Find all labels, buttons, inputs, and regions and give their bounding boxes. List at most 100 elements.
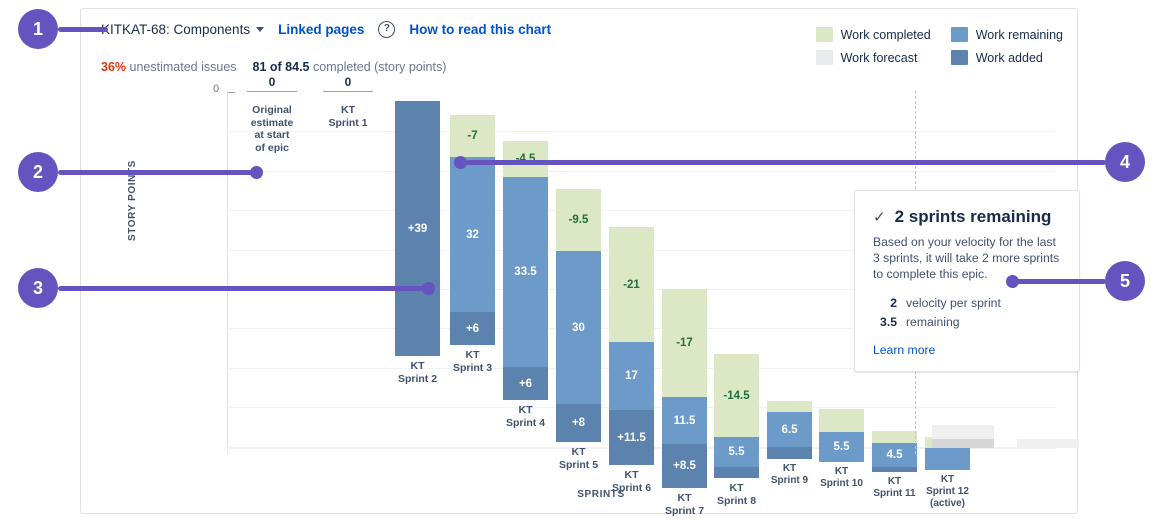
bar-segment-remaining[interactable]: 17 (609, 342, 654, 410)
bar-segment-added[interactable]: +8.5 (662, 444, 707, 488)
annotation-marker-3: 3 (18, 268, 58, 308)
legend-label: Work forecast (841, 51, 918, 65)
panel-body-text: Based on your velocity for the last 3 sp… (873, 234, 1061, 282)
learn-more-link[interactable]: Learn more (873, 343, 1061, 357)
bar-segment-completed[interactable]: -14.5 (714, 354, 759, 437)
column-tick-header: 0 (317, 75, 379, 92)
legend-item-work-forecast: Work forecast (816, 50, 931, 65)
annotation-marker-4: 4 (1105, 142, 1145, 182)
annotation-leader-line (466, 160, 1106, 165)
annotation-leader-line (58, 286, 430, 291)
bar-segment-completed[interactable] (819, 409, 864, 432)
chart-column[interactable]: -4.533.5+6KTSprint 4 (503, 91, 548, 454)
bar-segment-added[interactable] (714, 467, 759, 478)
how-to-read-chart-link[interactable]: How to read this chart (409, 22, 551, 37)
column-caption: KTSprint 5 (546, 446, 611, 471)
bar-segment-remaining[interactable]: 6.5 (767, 412, 812, 447)
legend-label: Work added (976, 51, 1043, 65)
bar-segment-completed[interactable]: -7 (450, 115, 495, 157)
chart-column[interactable]: -732+6KTSprint 3 (450, 91, 495, 454)
bar-segment-remaining[interactable]: 4.5 (872, 443, 917, 467)
y-axis-line (227, 91, 228, 454)
bar-segment-completed[interactable] (872, 431, 917, 443)
legend-swatch-completed (816, 27, 833, 42)
column-tick-header: 0 (241, 75, 303, 92)
bar-segment-completed[interactable]: -9.5 (556, 189, 601, 251)
bar-segment-added[interactable] (767, 447, 812, 459)
bar-segment-added[interactable]: +8 (556, 404, 601, 442)
stat-velocity: 2 velocity per sprint (873, 294, 1061, 313)
chart-column[interactable]: -9.530+8KTSprint 5 (556, 91, 601, 454)
annotation-leader-line (58, 27, 108, 32)
legend-item-work-added: Work added (951, 50, 1063, 65)
panel-stats: 2 velocity per sprint 3.5 remaining (873, 294, 1061, 332)
column-caption: Originalestimateat startof epic (241, 104, 303, 154)
annotation-marker-1: 1 (18, 9, 58, 49)
chart-column[interactable]: 0KTSprint 1 (317, 91, 379, 454)
annotation-endpoint-dot (250, 166, 263, 179)
bar-segment-remaining[interactable] (925, 448, 970, 470)
panel-title: 2 sprints remaining (895, 207, 1052, 227)
linked-pages-link[interactable]: Linked pages (278, 22, 364, 37)
bar-segment-remaining[interactable]: 5.5 (819, 432, 864, 462)
annotation-leader-line (58, 170, 258, 175)
legend-item-work-remaining: Work remaining (951, 27, 1063, 42)
stat-value: 2 (873, 294, 897, 313)
chart-column[interactable]: -14.55.5KTSprint 8 (714, 91, 759, 454)
epic-selector[interactable]: KITKAT-68: Components (101, 22, 264, 37)
bar-segment-remaining[interactable]: 5.5 (714, 437, 759, 467)
chevron-down-icon (256, 27, 264, 32)
bar-segment-added[interactable]: +11.5 (609, 410, 654, 465)
bar-segment-remaining[interactable]: 11.5 (662, 397, 707, 444)
legend-swatch-added (951, 50, 968, 65)
bar-segment-added[interactable]: +39 (395, 101, 440, 356)
bar-segment-completed[interactable]: -21 (609, 227, 654, 342)
annotation-leader-line (1012, 279, 1106, 284)
annotation-endpoint-dot (454, 156, 467, 169)
y-axis-tick-0: 0 (213, 83, 219, 95)
bar-segment-completed[interactable] (767, 401, 812, 412)
annotation-marker-5: 5 (1105, 261, 1145, 301)
forecast-segment-light (1017, 439, 1079, 448)
forecast-segment-light (932, 425, 994, 439)
unestimated-percent: 36% (101, 60, 126, 74)
stat-value: 3.5 (873, 313, 897, 332)
screenshot-root: KITKAT-68: Components Linked pages ? How… (0, 0, 1163, 523)
completed-stat: 81 of 84.5 completed (story points) (253, 60, 447, 74)
bar-segment-remaining[interactable]: 32 (450, 157, 495, 312)
bar-segment-added[interactable]: +6 (450, 312, 495, 345)
chart-column[interactable]: 6.5KTSprint 9 (767, 91, 812, 454)
bar-segment-remaining[interactable]: 33.5 (503, 177, 548, 367)
annotation-endpoint-dot (422, 282, 435, 295)
annotation-marker-2: 2 (18, 152, 58, 192)
stat-label: remaining (906, 313, 960, 332)
unestimated-stat: 36% unestimated issues (101, 60, 237, 74)
bar-segment-completed[interactable]: -4.5 (503, 141, 548, 177)
legend-item-work-completed: Work completed (816, 27, 931, 42)
column-value: 0 (241, 75, 303, 89)
bar-segment-completed[interactable]: -17 (662, 289, 707, 397)
annotation-endpoint-dot (1006, 275, 1019, 288)
bar-segment-added[interactable] (872, 467, 917, 472)
chart-column[interactable]: 0Originalestimateat startof epic (241, 91, 303, 454)
question-circle-icon[interactable]: ? (378, 21, 395, 38)
legend-label: Work completed (841, 28, 931, 42)
unestimated-label: unestimated issues (130, 60, 237, 74)
column-rule (247, 91, 297, 92)
column-caption: KTSprint 4 (493, 404, 558, 429)
completed-count: 81 of 84.5 (253, 60, 310, 74)
chart-column[interactable]: -1711.5+8.5KTSprint 7 (662, 91, 707, 454)
chart-column[interactable]: +39KTSprint 2 (395, 91, 440, 454)
column-caption: KTSprint 3 (440, 349, 505, 374)
completed-label: completed (story points) (313, 60, 446, 74)
y-axis-tick-mark (227, 92, 235, 93)
chart-legend: Work completed Work remaining Work forec… (816, 27, 1063, 65)
chart-column[interactable]: -2117+11.5KTSprint 6 (609, 91, 654, 454)
bar-segment-remaining[interactable]: 30 (556, 251, 601, 404)
stat-remaining: 3.5 remaining (873, 313, 1061, 332)
stat-label: velocity per sprint (906, 294, 1001, 313)
chart-summary: 36% unestimated issues 81 of 84.5 comple… (101, 60, 446, 74)
x-axis-title: SPRINTS (147, 489, 1055, 500)
bar-segment-added[interactable]: +6 (503, 367, 548, 400)
column-rule (323, 91, 373, 92)
